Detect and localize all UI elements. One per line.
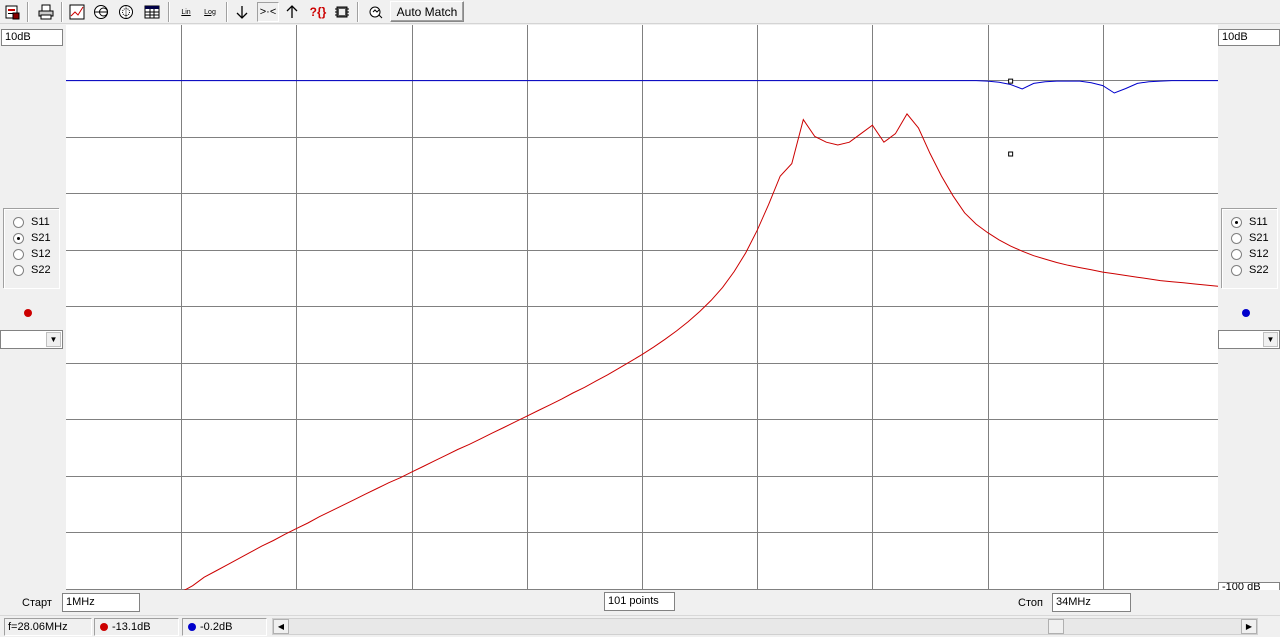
radio-label: S11 (31, 216, 50, 228)
right-scale-field[interactable]: 10dB (1218, 29, 1280, 46)
status-bar: f=28.06MHz -13.1dB -0.2dB ◀ ▶ (0, 615, 1280, 637)
help-glyph: ?{} (309, 5, 327, 19)
polar-chart-icon[interactable] (116, 2, 136, 22)
frequency-readout: f=28.06MHz (4, 618, 92, 636)
marker2-readout: -0.2dB (182, 618, 267, 636)
radio-label: S12 (31, 248, 51, 260)
right-param-group: S11 S21 S12 S22 (1222, 209, 1278, 289)
log-scale-button[interactable]: Log (200, 2, 220, 22)
stop-label: Стоп (1018, 597, 1043, 609)
start-frequency-input[interactable]: 1MHz (62, 593, 140, 612)
stop-frequency-input[interactable]: 34MHz (1052, 593, 1131, 612)
marker1-readout-text: -13.1dB (112, 621, 151, 633)
save-icon[interactable] (2, 2, 22, 22)
auto-match-button[interactable]: Auto Match (390, 1, 464, 22)
radio-button-icon[interactable] (13, 232, 24, 244)
arrow-up-icon[interactable] (282, 2, 302, 22)
log-scale-label: Log (204, 8, 216, 16)
scroll-right-icon[interactable]: ▶ (1241, 619, 1257, 634)
arrow-down-icon[interactable] (232, 2, 252, 22)
radio-label: S22 (1249, 264, 1269, 276)
chip-icon[interactable] (332, 2, 352, 22)
radio-s22[interactable]: S22 (13, 262, 59, 278)
marker-s11 (1008, 78, 1014, 84)
toolbar-separator (61, 2, 63, 22)
frequency-readout-text: f=28.06MHz (8, 621, 68, 633)
left-scale-field[interactable]: 10dB (1, 29, 63, 46)
radio-label: S12 (1249, 248, 1269, 260)
radio-label: S21 (31, 232, 51, 244)
right-trace-color-dot (1242, 309, 1250, 317)
radio-label: S22 (31, 264, 51, 276)
radio-label: S21 (1249, 232, 1269, 244)
dropdown-arrow-icon: ▼ (1263, 332, 1278, 347)
points-input[interactable]: 101 points (604, 592, 675, 611)
start-label: Старт (22, 597, 52, 609)
chart-icon[interactable] (67, 2, 87, 22)
radio-button-icon[interactable] (13, 264, 24, 276)
radio-s12[interactable]: S12 (1231, 246, 1277, 262)
marker1-readout: -13.1dB (94, 618, 179, 636)
marker2-readout-text: -0.2dB (200, 621, 233, 633)
print-icon[interactable] (36, 2, 56, 22)
toolbar-separator (27, 2, 29, 22)
match-glyph: >·< (259, 6, 277, 18)
radio-s21[interactable]: S21 (13, 230, 59, 246)
lin-scale-button[interactable]: Lin (176, 2, 196, 22)
smith-chart-icon[interactable] (91, 2, 111, 22)
scrollbar-thumb[interactable] (1048, 619, 1064, 634)
right-trace-panel: 10dB S11 S21 S12 S22 ▼ -100 dB (1218, 25, 1280, 592)
plot-area[interactable] (66, 25, 1219, 593)
toolbar: Lin Log >·< ?{} Auto Match (0, 0, 1280, 24)
table-icon[interactable] (142, 2, 162, 22)
left-trace-color-dot (24, 309, 32, 317)
sweep-bar: Старт 1MHz 101 points Стоп 34MHz (0, 590, 1280, 615)
blue-dot-icon (188, 623, 196, 631)
radio-button-icon[interactable] (1231, 232, 1242, 244)
frequency-scrollbar[interactable]: ◀ ▶ (272, 618, 1258, 635)
app-window: Lin Log >·< ?{} Auto Match 10dB S11 S21 S1… (0, 0, 1280, 637)
calibration-icon[interactable] (366, 2, 386, 22)
marker-s21 (1008, 151, 1014, 157)
toolbar-separator (168, 2, 170, 22)
radio-button-icon[interactable] (13, 248, 24, 260)
scroll-left-icon[interactable]: ◀ (273, 619, 289, 634)
radio-s12[interactable]: S12 (13, 246, 59, 262)
radio-s21[interactable]: S21 (1231, 230, 1277, 246)
radio-s11[interactable]: S11 (1231, 214, 1277, 230)
radio-s11[interactable]: S11 (13, 214, 59, 230)
red-dot-icon (100, 623, 108, 631)
radio-button-icon[interactable] (1231, 216, 1242, 228)
help-button[interactable]: ?{} (307, 2, 329, 22)
left-param-group: S11 S21 S12 S22 (4, 209, 60, 289)
radio-s22[interactable]: S22 (1231, 262, 1277, 278)
radio-label: S11 (1249, 216, 1268, 228)
radio-button-icon[interactable] (1231, 264, 1242, 276)
radio-button-icon[interactable] (1231, 248, 1242, 260)
left-trace-panel: 10dB S11 S21 S12 S22 ▼ (0, 25, 66, 589)
left-trace-dropdown[interactable]: ▼ (0, 330, 63, 349)
lin-scale-label: Lin (181, 8, 191, 16)
right-trace-dropdown[interactable]: ▼ (1218, 330, 1280, 349)
dropdown-arrow-icon: ▼ (46, 332, 61, 347)
toolbar-separator (226, 2, 228, 22)
match-button[interactable]: >·< (257, 2, 279, 22)
radio-button-icon[interactable] (13, 216, 24, 228)
toolbar-separator (357, 2, 359, 22)
chart-svg (66, 25, 1219, 593)
